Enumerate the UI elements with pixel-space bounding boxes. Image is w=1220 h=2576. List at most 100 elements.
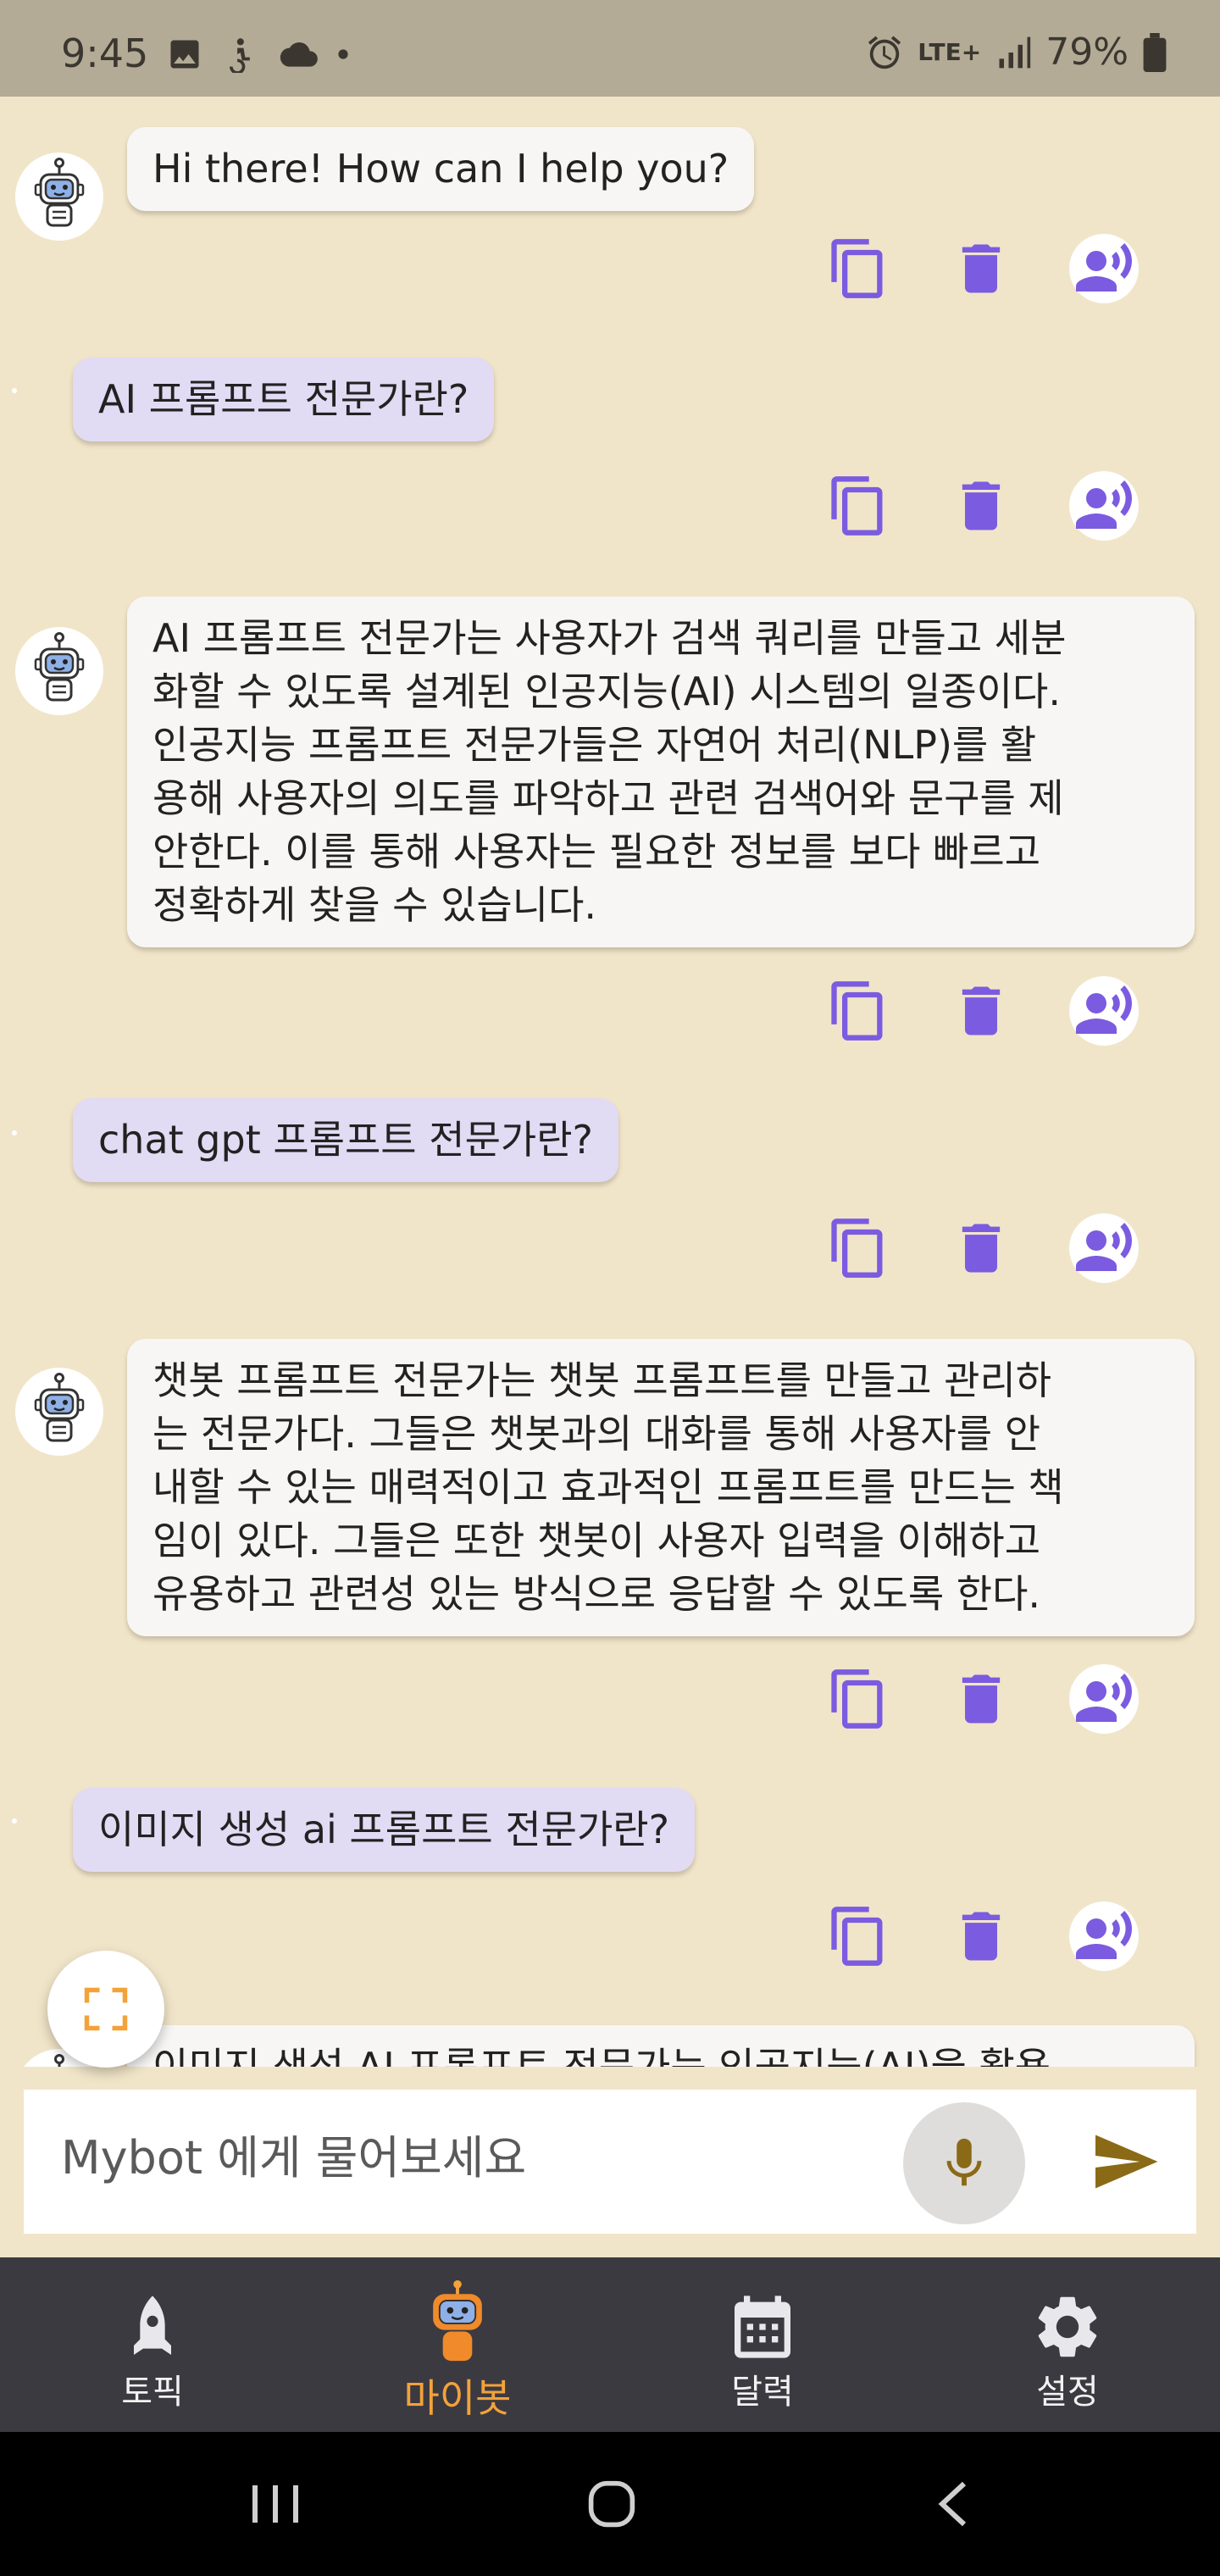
nav-item-settings[interactable]: 설정 (915, 2257, 1220, 2432)
trash-icon (949, 1216, 1013, 1280)
battery-icon (1143, 32, 1167, 72)
user-message[interactable]: AI 프롬프트 전문가란? (73, 358, 495, 441)
copy-icon (826, 1667, 890, 1731)
delete-button[interactable] (943, 230, 1019, 307)
bot-message[interactable]: AI 프롬프트 전문가는 사용자가 검색 쿼리를 만들고 세분 화할 수 있도록… (127, 597, 1195, 947)
delete-button[interactable] (943, 1661, 1019, 1737)
message-actions (820, 973, 1159, 1049)
message-line: 이미지 생성 AI 프롬프트 전문가는 인공지능(AI)을 활용 (152, 2044, 1051, 2067)
bot-avatar (15, 627, 103, 715)
gallery-icon (170, 40, 199, 69)
message-line: 내할 수 있는 매력적이고 효과적인 프롬프트를 만드는 책 (152, 1464, 1064, 1510)
trash-icon (949, 236, 1013, 301)
message-line: AI 프롬프트 전문가는 사용자가 검색 쿼리를 만들고 세분 (152, 615, 1067, 661)
message-actions (820, 1898, 1159, 1974)
speak-button[interactable] (1066, 1898, 1142, 1974)
user-indicator (12, 1818, 17, 1824)
message-line: 인공지능 프롬프트 전문가들은 자연어 처리(NLP)를 활 (152, 722, 1037, 768)
fullscreen-icon (84, 1987, 128, 2031)
copy-button[interactable] (820, 973, 896, 1049)
speak-button[interactable] (1066, 1210, 1142, 1286)
system-navigation (0, 2432, 1220, 2576)
speak-button[interactable] (1066, 1661, 1142, 1737)
nav-item-calendar[interactable]: 달력 (610, 2257, 915, 2432)
bot-message[interactable]: 챗봇 프롬프트 전문가는 챗봇 프롬프트를 만들고 관리하 는 전문가다. 그들… (127, 1339, 1195, 1636)
delete-button[interactable] (943, 973, 1019, 1049)
robot-icon (15, 1368, 103, 1456)
bot-message[interactable]: Hi there! How can I help you? (127, 127, 755, 211)
calendar-icon (735, 2296, 790, 2358)
nav-item-mybot[interactable]: 마이봇 (305, 2257, 610, 2432)
robot-icon (15, 627, 103, 715)
nav-item-topic[interactable]: 토픽 (0, 2257, 305, 2432)
nav-label: 마이봇 (403, 2375, 512, 2421)
robot-icon (15, 153, 103, 241)
message-actions (820, 230, 1159, 307)
speak-button[interactable] (1066, 230, 1142, 307)
nav-label: 달력 (731, 2373, 794, 2412)
robot-icon (433, 2279, 482, 2362)
gear-icon (1038, 2296, 1097, 2357)
home-icon[interactable] (585, 2479, 639, 2529)
copy-button[interactable] (820, 1898, 896, 1974)
bot-avatar (15, 153, 103, 241)
user-indicator (12, 1130, 17, 1135)
user-indicator (12, 388, 17, 393)
copy-button[interactable] (820, 1661, 896, 1737)
user-message[interactable]: 이미지 생성 ai 프롬프트 전문가란? (73, 1788, 696, 1872)
trash-icon (949, 1904, 1013, 1968)
status-right: LTE+ 79% (865, 31, 1167, 74)
speak-button[interactable] (1066, 973, 1142, 1049)
message-line: 화할 수 있도록 설계된 인공지능(AI) 시스템의 일종이다. (152, 669, 1062, 714)
bot-avatar (15, 1368, 103, 1456)
message-text: AI 프롬프트 전문가란? (98, 376, 469, 422)
status-bar: 9:45 LTE+ 79% (0, 0, 1220, 97)
speaker-icon (1073, 475, 1134, 536)
message-line: 챗봇 프롬프트 전문가는 챗봇 프롬프트를 만들고 관리하 (152, 1357, 1052, 1403)
nav-label: 토픽 (121, 2373, 184, 2412)
message-line: 는 전문가다. 그들은 챗봇과의 대화를 통해 사용자를 안 (152, 1411, 1041, 1457)
copy-icon (826, 1904, 890, 1968)
expand-button[interactable] (47, 1951, 164, 2068)
message-actions (820, 1661, 1159, 1737)
delete-button[interactable] (943, 1210, 1019, 1286)
message-text: 이미지 생성 ai 프롬프트 전문가란? (98, 1807, 670, 1852)
copy-icon (826, 979, 890, 1043)
copy-button[interactable] (820, 1210, 896, 1286)
cloud-icon (280, 42, 318, 67)
status-time: 9:45 (61, 31, 149, 76)
speak-button[interactable] (1066, 468, 1142, 544)
bot-message[interactable]: 이미지 생성 AI 프롬프트 전문가는 인공지능(AI)을 활용 (127, 2025, 1195, 2067)
recent-apps-icon[interactable] (246, 2479, 305, 2529)
copy-button[interactable] (820, 468, 896, 544)
message-line: 임이 있다. 그들은 또한 챗봇이 사용자 입력을 이해하고 (152, 1518, 1041, 1563)
speaker-icon (1073, 1218, 1134, 1279)
message-text: Hi there! How can I help you? (152, 146, 729, 192)
chat-area[interactable]: Hi there! How can I help you? AI 프롬프트 전문… (0, 97, 1220, 2067)
delete-button[interactable] (943, 468, 1019, 544)
signal-icon (999, 36, 1031, 68)
speaker-icon (1073, 980, 1134, 1041)
trash-icon (949, 474, 1013, 538)
message-input-bar (24, 2090, 1196, 2234)
copy-button[interactable] (820, 230, 896, 307)
back-icon[interactable] (932, 2479, 974, 2529)
message-text: chat gpt 프롬프트 전문가란? (98, 1117, 593, 1163)
speaker-icon (1073, 1906, 1134, 1967)
nav-label: 설정 (1036, 2373, 1099, 2412)
message-line: 유용하고 관련성 있는 방식으로 응답할 수 있도록 한다. (152, 1571, 1041, 1617)
dot-icon (338, 49, 348, 59)
send-icon (1095, 2135, 1158, 2189)
mic-button[interactable] (903, 2102, 1025, 2224)
message-actions (820, 1210, 1159, 1286)
message-input[interactable] (59, 2130, 893, 2185)
notification-icons (166, 36, 349, 73)
send-button[interactable] (1083, 2124, 1167, 2200)
user-message[interactable]: chat gpt 프롬프트 전문가란? (73, 1098, 618, 1182)
speaker-icon (1073, 238, 1134, 299)
alarm-icon (868, 35, 901, 69)
copy-icon (826, 474, 890, 538)
delete-button[interactable] (943, 1898, 1019, 1974)
microphone-icon (946, 2138, 982, 2186)
speaker-icon (1073, 1668, 1134, 1729)
